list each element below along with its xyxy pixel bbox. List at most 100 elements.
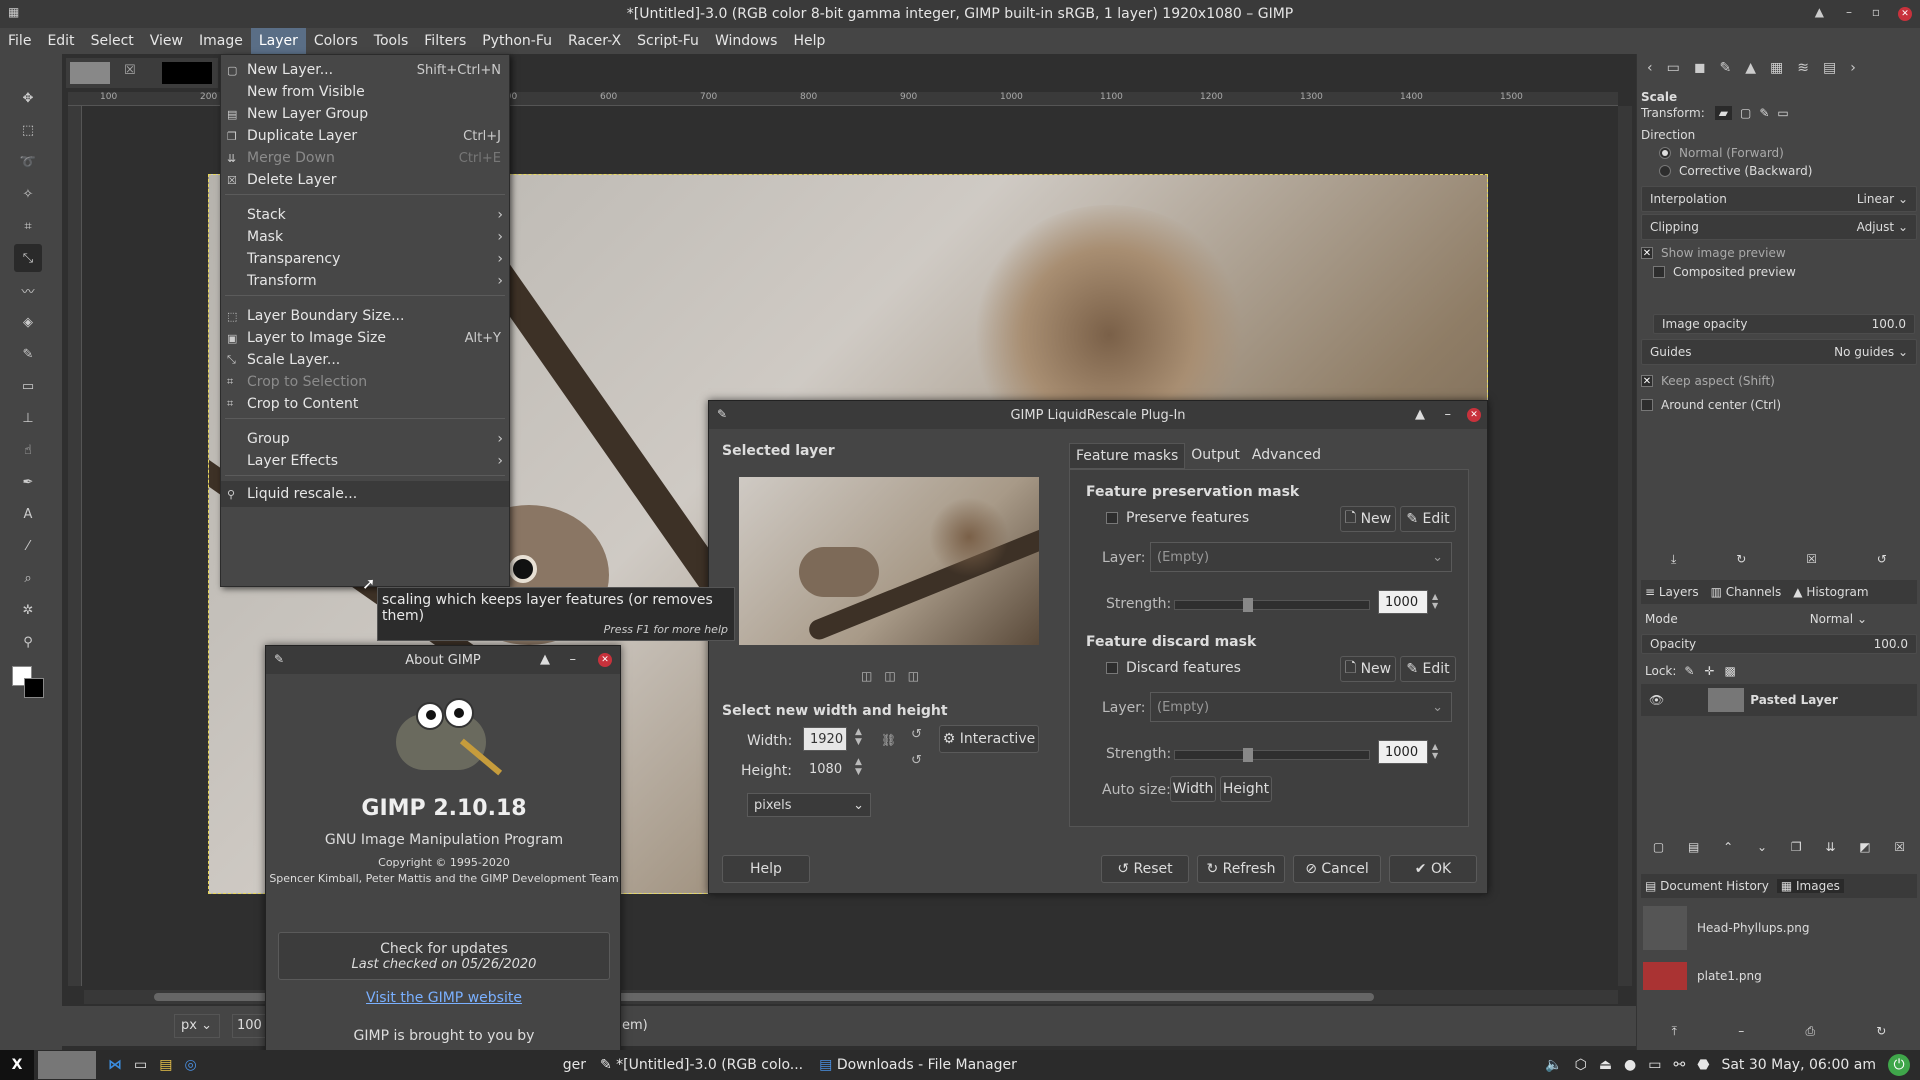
volume-icon[interactable]: 🔈 xyxy=(1545,1057,1562,1073)
fonts-icon[interactable]: ▤ xyxy=(1823,60,1836,76)
discard-edit-button[interactable]: ✎ Edit xyxy=(1400,656,1456,682)
reset-button[interactable]: ↺ Reset xyxy=(1101,855,1189,883)
raise-layer-icon[interactable]: ⌃ xyxy=(1723,840,1733,854)
image-list-item[interactable]: Head-Phyllups.png xyxy=(1641,904,1917,952)
menu-edit[interactable]: Edit xyxy=(39,28,82,54)
autosize-width-button[interactable]: Width xyxy=(1170,776,1216,802)
power-icon[interactable]: ⏻ xyxy=(1888,1054,1910,1076)
browser-icon[interactable]: ◎ xyxy=(184,1057,196,1073)
clone-tool-icon[interactable]: ⊥ xyxy=(14,404,42,432)
lasso-tool-icon[interactable]: ➰ xyxy=(14,148,42,176)
unit-select[interactable]: px ⌄ xyxy=(174,1014,220,1038)
color-picker-tool-icon[interactable]: ⁄ xyxy=(14,532,42,560)
lock-position-icon[interactable]: ✛ xyxy=(1704,664,1714,678)
chevron-right-icon[interactable]: › xyxy=(1850,60,1856,76)
height-input[interactable]: 1080 xyxy=(803,757,847,781)
slider-knob[interactable] xyxy=(1242,748,1253,762)
preserve-layer-select[interactable]: (Empty) ⌄ xyxy=(1150,542,1452,572)
image-opacity-field[interactable]: Image opacity 100.0 xyxy=(1653,314,1915,334)
image-tab-thumbnail-2[interactable] xyxy=(162,62,212,84)
tool-options-icon[interactable]: ◼ xyxy=(1694,60,1706,76)
image-tab-thumbnail[interactable] xyxy=(70,62,110,84)
interpolation-select[interactable]: Interpolation Linear ⌄ xyxy=(1641,186,1917,212)
menu-colors[interactable]: Colors xyxy=(306,28,366,54)
discard-checkbox[interactable]: Discard features xyxy=(1106,660,1241,676)
discard-new-button[interactable]: 🗋 New xyxy=(1340,656,1396,682)
help-button[interactable]: Help xyxy=(722,855,810,883)
discard-layer-select[interactable]: (Empty) ⌄ xyxy=(1150,692,1452,722)
lock-pixels-icon[interactable]: ✎ xyxy=(1684,664,1694,678)
background-color-swatch[interactable] xyxy=(24,678,44,698)
menu-image[interactable]: Image xyxy=(191,28,251,54)
interactive-button[interactable]: ⚙ Interactive xyxy=(939,725,1039,753)
gimp-taskbar-icon[interactable] xyxy=(38,1051,96,1079)
corrective-radio[interactable]: Corrective (Backward) xyxy=(1641,158,1917,184)
vscode-icon[interactable]: ⋈ xyxy=(108,1057,122,1073)
preview-center-icon[interactable]: ◫ xyxy=(884,669,895,683)
zoom-tool-icon[interactable]: ⌕ xyxy=(14,564,42,592)
screen-icon[interactable]: ▭ xyxy=(1648,1057,1661,1073)
new-group-icon[interactable]: ▤ xyxy=(1688,840,1699,854)
menu-item-delete-layer[interactable]: ☒ Delete Layer xyxy=(221,167,509,193)
tab-histogram[interactable]: ▲ Histogram xyxy=(1793,585,1868,599)
menu-file[interactable]: File xyxy=(0,28,39,54)
chain-link-icon[interactable]: ⛓ xyxy=(881,733,896,747)
undo-size-icon[interactable]: ↺ xyxy=(911,727,922,742)
preview-last-icon[interactable]: ◫ xyxy=(908,669,919,683)
minimize-icon[interactable]: – xyxy=(570,652,577,667)
brush-icon[interactable]: ✎ xyxy=(1719,60,1731,76)
website-link[interactable]: Visit the GIMP website xyxy=(266,990,622,1006)
preserve-strength-input[interactable]: 1000 xyxy=(1378,590,1428,614)
task-item-gimp[interactable]: ✎ *[Untitled]-3.0 (RGB colo... xyxy=(600,1057,803,1073)
slider-knob[interactable] xyxy=(1242,598,1253,612)
shade-icon[interactable]: ▲ xyxy=(540,652,550,667)
paintbrush-tool-icon[interactable]: ✎ xyxy=(14,340,42,368)
fuzzy-select-tool-icon[interactable]: ✧ xyxy=(14,180,42,208)
remove-image-icon[interactable]: – xyxy=(1738,1024,1744,1038)
layer-opacity-field[interactable]: Opacity 100.0 xyxy=(1641,634,1917,654)
check-updates-button[interactable]: Check for updates Last checked on 05/26/… xyxy=(278,932,610,980)
discard-strength-slider[interactable] xyxy=(1174,748,1370,762)
mask-layer-icon[interactable]: ◩ xyxy=(1859,840,1870,854)
preserve-strength-slider[interactable] xyxy=(1174,598,1370,612)
stamp-tool-icon[interactable]: ⚲ xyxy=(14,628,42,656)
width-spinner-icon[interactable]: ▲ ▼ xyxy=(855,727,862,747)
new-layer-icon[interactable]: ▢ xyxy=(1653,840,1664,854)
strength-spinner-icon[interactable]: ▲ ▼ xyxy=(1432,592,1438,610)
menu-filters[interactable]: Filters xyxy=(416,28,474,54)
tab-advanced[interactable]: Advanced xyxy=(1246,443,1327,469)
eraser-tool-icon[interactable]: ▭ xyxy=(14,372,42,400)
minimize-icon[interactable]: – xyxy=(1445,407,1452,422)
transform-layer-icon[interactable]: ▰ xyxy=(1714,106,1732,120)
chevron-left-icon[interactable]: ‹ xyxy=(1647,60,1653,76)
warp-tool-icon[interactable]: 〰 xyxy=(14,276,42,304)
width-input[interactable]: 1920 xyxy=(803,727,847,751)
menu-view[interactable]: View xyxy=(142,28,191,54)
guides-select[interactable]: Guides No guides ⌄ xyxy=(1641,339,1917,365)
device-status-icon[interactable]: ▭ xyxy=(1667,60,1680,76)
preview-first-icon[interactable]: ◫ xyxy=(861,669,872,683)
preserve-checkbox[interactable]: Preserve features xyxy=(1106,510,1249,526)
visibility-eye-icon[interactable]: 👁 xyxy=(1649,693,1664,707)
reset-options-icon[interactable]: ↺ xyxy=(1877,552,1887,566)
link-icon[interactable]: ⚯ xyxy=(1674,1057,1686,1073)
app-menu-icon[interactable]: ▦ xyxy=(8,5,19,19)
close-icon[interactable]: ✕ xyxy=(1898,7,1912,21)
bucket-fill-tool-icon[interactable]: ◈ xyxy=(14,308,42,336)
paths-tool-icon[interactable]: ✒ xyxy=(14,468,42,496)
ok-button[interactable]: ✔ OK xyxy=(1389,855,1477,883)
layer-item[interactable]: 👁 Pasted Layer xyxy=(1641,684,1917,716)
terminal-icon[interactable]: ▭ xyxy=(134,1057,147,1073)
tab-channels[interactable]: ▥ Channels xyxy=(1711,585,1782,599)
pattern-icon[interactable]: ▦ xyxy=(1770,60,1783,76)
duplicate-layer-icon[interactable]: ❐ xyxy=(1791,840,1802,854)
transform-selection-icon[interactable]: ▢ xyxy=(1740,106,1751,120)
discard-strength-input[interactable]: 1000 xyxy=(1378,740,1428,764)
task-item[interactable]: ger xyxy=(563,1057,586,1073)
gegl-tool-icon[interactable]: ✲ xyxy=(14,596,42,624)
image-list-item[interactable]: plate1.png xyxy=(1641,958,1917,994)
tab-images[interactable]: ▦ Images xyxy=(1776,879,1844,893)
tab-document-history[interactable]: ▤ Document History xyxy=(1645,879,1769,893)
task-item-file-manager[interactable]: ▤ Downloads - File Manager xyxy=(819,1057,1017,1073)
smudge-tool-icon[interactable]: ☝ xyxy=(14,436,42,464)
